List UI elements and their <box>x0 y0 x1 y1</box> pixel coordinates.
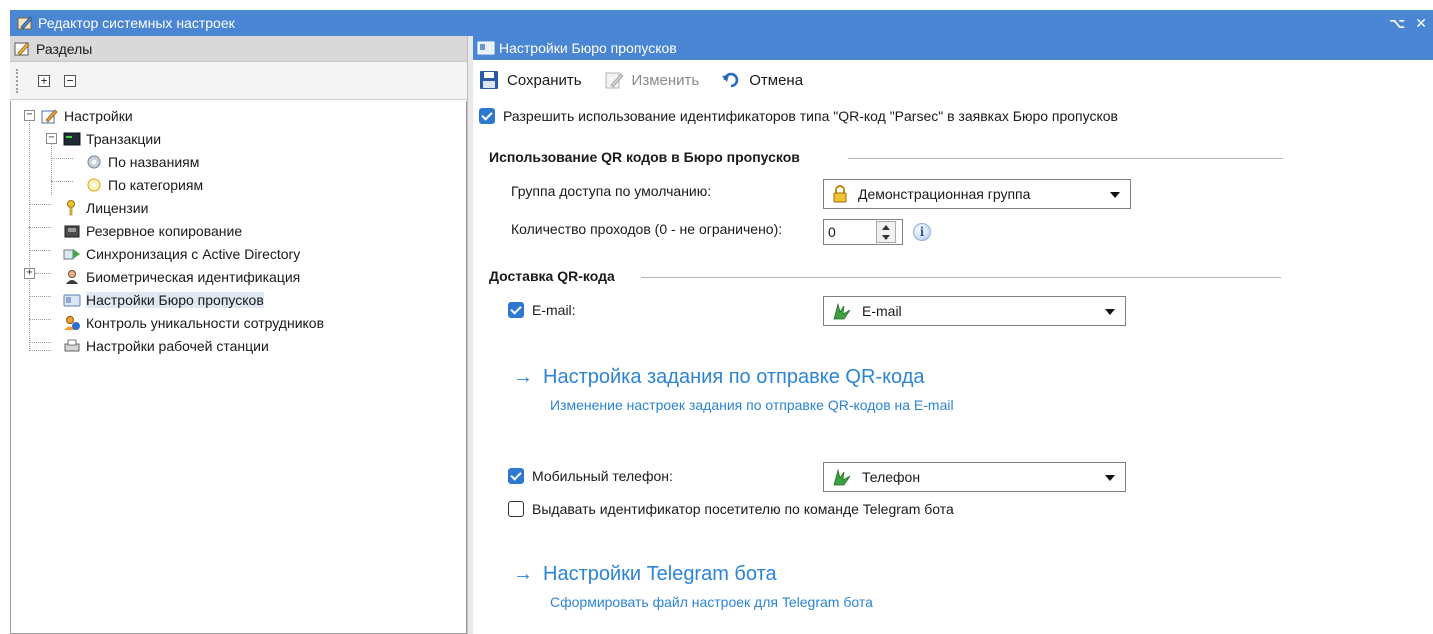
tree-item-settings[interactable]: Настройки <box>41 105 133 127</box>
allow-qr-row[interactable]: Разрешить использование идентификаторов … <box>479 108 1118 124</box>
chevron-down-icon <box>1110 192 1120 198</box>
sections-tree: − − + Настройки Транзакции По названиям … <box>10 101 467 634</box>
tree-expand-biometric[interactable]: + <box>24 268 35 279</box>
tree-item-uniqueness[interactable]: Контроль уникальности сотрудников <box>63 312 324 334</box>
phone-row[interactable]: Мобильный телефон: <box>508 468 673 484</box>
save-icon <box>480 71 498 89</box>
pin-icon[interactable]: ⌥ <box>1389 15 1405 32</box>
qr-job-link-title[interactable]: Настройка задания по отправке QR-кода <box>543 366 925 389</box>
qr-job-link-subtitle[interactable]: Изменение настроек задания по отправке Q… <box>550 397 954 413</box>
sections-title: Разделы <box>36 40 93 57</box>
cancel-button[interactable]: Отмена <box>721 70 803 90</box>
edit-icon <box>605 72 624 89</box>
printer-icon <box>64 339 80 352</box>
phone-label: Мобильный телефон: <box>532 468 673 484</box>
telegram-checkbox[interactable] <box>508 501 524 517</box>
chevron-down-icon <box>1105 309 1115 315</box>
save-button[interactable]: Сохранить <box>479 70 582 90</box>
default-group-select[interactable]: Демонстрационная группа <box>823 179 1131 209</box>
app-icon <box>17 16 33 30</box>
tree-item-workstation[interactable]: Настройки рабочей станции <box>63 335 269 357</box>
tree-item-by-category[interactable]: По категориям <box>85 174 203 196</box>
edit-button[interactable]: Изменить <box>604 70 699 90</box>
phone-channel-select[interactable]: Телефон <box>823 462 1126 492</box>
user-info-icon <box>64 316 80 330</box>
telegram-settings-link-title[interactable]: Настройки Telegram бота <box>543 563 777 586</box>
sections-header: Разделы <box>10 36 467 62</box>
tree-item-ad-sync[interactable]: Синхронизация с Active Directory <box>63 243 300 265</box>
passes-label: Количество проходов (0 - не ограничено): <box>511 221 783 237</box>
window-title: Редактор системных настроек <box>38 15 235 31</box>
channel-icon <box>833 302 851 320</box>
arrow-right-icon: → <box>513 563 533 585</box>
tree-item-by-name[interactable]: По названиям <box>85 151 199 173</box>
email-channel-select[interactable]: E-mail <box>823 296 1126 326</box>
undo-icon <box>722 72 739 88</box>
window-titlebar: Редактор системных настроек ⌥ ✕ <box>10 10 1433 36</box>
settings-header: Настройки Бюро пропусков <box>473 36 1433 60</box>
gear-icon <box>87 155 101 169</box>
chevron-down-icon <box>1105 475 1115 481</box>
tree-collapse-settings[interactable]: − <box>24 110 35 121</box>
terminal-icon <box>63 132 81 146</box>
sections-icon <box>14 41 30 56</box>
close-icon[interactable]: ✕ <box>1415 15 1427 32</box>
gears-icon <box>87 178 101 192</box>
settings-toolbar: Сохранить Изменить Отмена <box>473 60 1431 100</box>
qr-section-divider <box>848 158 1283 159</box>
email-checkbox[interactable] <box>508 302 524 318</box>
phone-checkbox[interactable] <box>508 468 524 484</box>
email-label: E-mail: <box>532 302 576 318</box>
id-card-icon <box>477 41 495 55</box>
tree-item-transactions[interactable]: Транзакции <box>63 128 161 150</box>
stepper-buttons[interactable] <box>876 221 896 243</box>
stepper-up-icon[interactable] <box>882 224 890 230</box>
settings-edit-icon <box>41 109 58 124</box>
toolbar-grip <box>16 68 20 93</box>
passes-value[interactable]: 0 <box>824 224 876 240</box>
telegram-settings-link-subtitle[interactable]: Сформировать файл настроек для Telegram … <box>550 594 873 610</box>
delivery-section-divider <box>641 277 1281 278</box>
collapse-all-button[interactable]: − <box>64 74 76 87</box>
qr-section-title: Использование QR кодов в Бюро пропусков <box>489 149 800 165</box>
backup-icon <box>64 225 80 238</box>
stepper-down-icon[interactable] <box>882 234 890 240</box>
sections-toolbar: + − <box>10 62 467 100</box>
id-card-icon <box>63 294 81 307</box>
settings-title: Настройки Бюро пропусков <box>499 40 677 56</box>
info-icon[interactable]: i <box>913 223 931 241</box>
tree-item-backup[interactable]: Резервное копирование <box>63 220 242 242</box>
sync-icon <box>63 249 80 260</box>
pass-office-settings-panel: Настройки Бюро пропусков Сохранить Измен… <box>473 36 1433 634</box>
allow-qr-label: Разрешить использование идентификаторов … <box>503 108 1118 124</box>
qr-job-link[interactable]: → Настройка задания по отправке QR-кода <box>513 366 925 389</box>
telegram-settings-link[interactable]: → Настройки Telegram бота <box>513 563 777 586</box>
telegram-label: Выдавать идентификатор посетителю по ком… <box>532 501 954 517</box>
expand-all-button[interactable]: + <box>38 74 50 87</box>
tree-collapse-transactions[interactable]: − <box>46 133 57 144</box>
channel-icon <box>833 468 851 486</box>
lock-icon <box>833 185 847 203</box>
tree-item-biometric[interactable]: Биометрическая идентификация <box>63 266 300 288</box>
passes-stepper[interactable]: 0 <box>823 219 903 245</box>
telegram-row[interactable]: Выдавать идентификатор посетителю по ком… <box>508 501 954 517</box>
email-row[interactable]: E-mail: <box>508 302 576 318</box>
sections-panel: Разделы + − − − + Настройки Транзакции П… <box>10 36 467 634</box>
tree-item-pass-office[interactable]: Настройки Бюро пропусков <box>63 289 264 311</box>
tree-item-licenses[interactable]: Лицензии <box>63 197 148 219</box>
person-icon <box>66 270 78 284</box>
arrow-right-icon: → <box>513 366 533 388</box>
default-group-label: Группа доступа по умолчанию: <box>511 183 712 199</box>
key-icon <box>67 200 75 216</box>
delivery-section-title: Доставка QR-кода <box>489 268 615 284</box>
allow-qr-checkbox[interactable] <box>479 108 495 124</box>
